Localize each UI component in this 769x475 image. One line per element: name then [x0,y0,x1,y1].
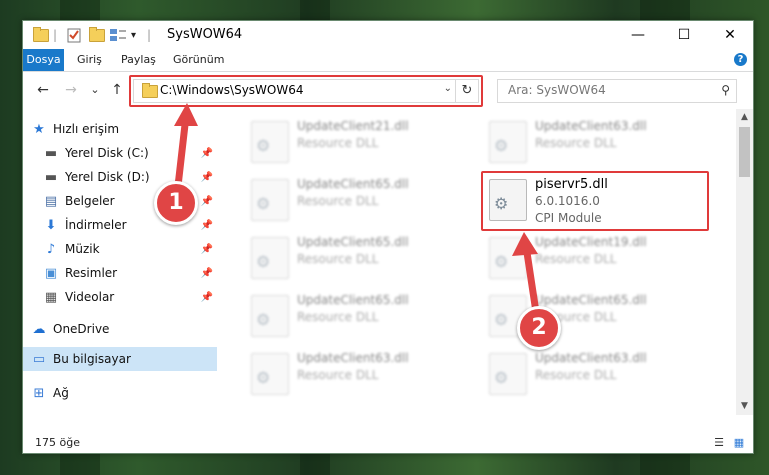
arrow-2-shaft [522,242,540,316]
arrow-1-head [174,103,198,126]
step-badge-1: 1 [154,181,198,225]
annotation-arrows [174,103,540,316]
arrow-1-shaft [174,112,190,190]
step-badge-2: 2 [517,306,561,350]
arrow-2-head [512,232,538,256]
